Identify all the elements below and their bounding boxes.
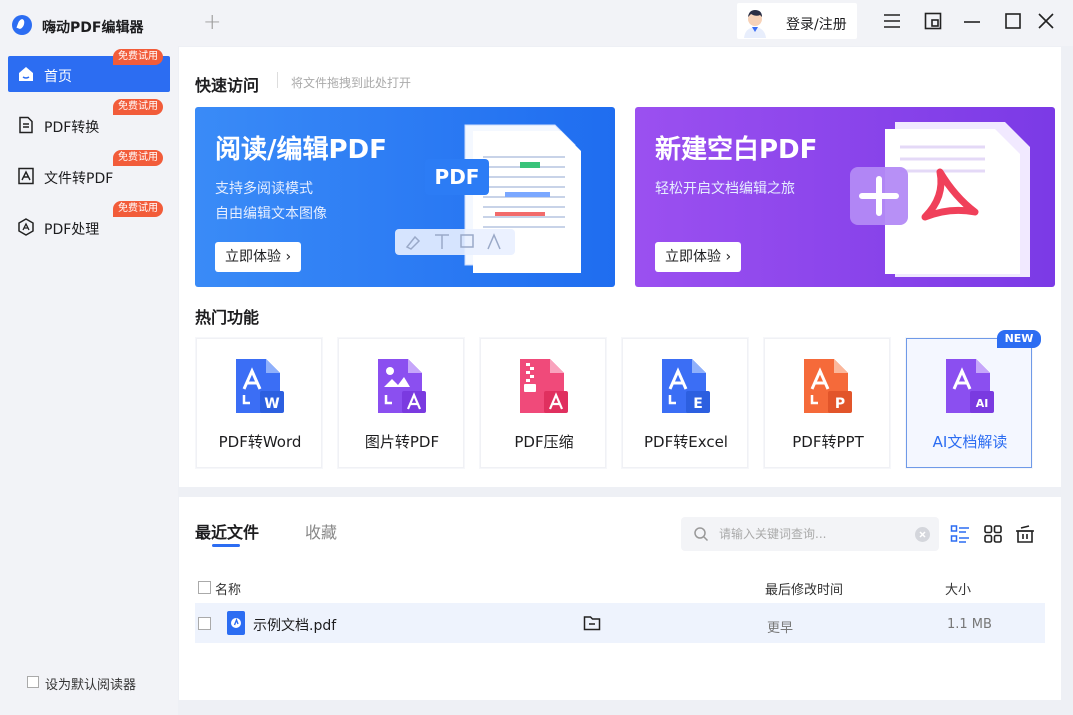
minimize-icon[interactable]	[963, 12, 981, 30]
pdf-document-illustration-icon: PDF	[395, 124, 581, 273]
sidebar	[0, 46, 178, 715]
clear-history-icon[interactable]	[1015, 524, 1035, 544]
file-to-pdf-icon	[18, 167, 34, 185]
tab-favorites[interactable]: 收藏	[305, 519, 337, 543]
select-all-checkbox[interactable]	[198, 581, 211, 594]
banner-title: 阅读/编辑PDF	[215, 135, 387, 165]
feature-pdf-to-word[interactable]: W PDF转Word	[196, 338, 322, 468]
free-trial-badge: 免费试用	[113, 150, 163, 166]
column-modified[interactable]: 最后修改时间	[765, 579, 843, 598]
tab-recent-files[interactable]: 最近文件	[195, 519, 259, 543]
free-trial-badge: 免费试用	[113, 49, 163, 65]
feature-label: PDF转Excel	[644, 433, 728, 451]
file-modified: 更早	[767, 621, 794, 636]
clear-icon[interactable]	[915, 527, 930, 542]
table-row[interactable]: 示例文档.pdf 更早 1.1 MB	[195, 603, 1045, 643]
column-name[interactable]: 名称	[215, 579, 241, 598]
pdf-process-icon	[18, 218, 34, 236]
free-trial-badge: 免费试用	[113, 201, 163, 217]
sidebar-item-label: 首页	[44, 69, 72, 85]
try-now-button[interactable]: 立即体验 ›	[215, 242, 302, 272]
svg-text:W: W	[264, 396, 279, 412]
login-button[interactable]: 登录/注册	[737, 3, 857, 39]
feature-label: AI文档解读	[932, 433, 1008, 451]
banner-subtitle: 轻松开启文档编辑之旅	[655, 181, 795, 197]
free-trial-badge: 免费试用	[113, 99, 163, 115]
drop-hint: 将文件拖拽到此处打开	[291, 76, 412, 90]
app-title: 嗨动PDF编辑器	[42, 20, 144, 36]
feature-pdf-compress[interactable]: PDF压缩	[480, 338, 606, 468]
convert-icon	[19, 116, 33, 134]
search-input[interactable]	[719, 525, 909, 543]
new-blank-pdf-card[interactable]: 新建空白PDF 轻松开启文档编辑之旅 立即体验 ›	[635, 107, 1055, 287]
file-size: 1.1 MB	[947, 617, 992, 632]
banner-subtitle: 支持多阅读模式	[215, 181, 313, 197]
pdf-to-ppt-icon: P	[804, 359, 852, 413]
pdf-to-excel-icon: E	[662, 359, 710, 413]
login-label: 登录/注册	[786, 17, 847, 33]
banner-title: 新建空白PDF	[655, 135, 818, 165]
svg-text:PDF: PDF	[435, 165, 480, 189]
default-reader-checkbox[interactable]	[27, 676, 39, 688]
svg-text:P: P	[835, 396, 845, 412]
list-view-icon[interactable]	[950, 524, 970, 544]
title-bar: 嗨动PDF编辑器 + 登录/注册	[0, 0, 1073, 46]
pdf-to-word-icon: W	[236, 359, 284, 413]
search-icon	[694, 527, 709, 542]
image-to-pdf-icon	[378, 359, 426, 413]
row-checkbox[interactable]	[198, 617, 211, 630]
read-edit-pdf-card[interactable]: 阅读/编辑PDF 支持多阅读模式 自由编辑文本图像 立即体验 › PDF	[195, 107, 615, 287]
mini-mode-icon[interactable]	[924, 12, 942, 30]
column-size[interactable]: 大小	[945, 579, 971, 598]
quick-access-title: 快速访问	[195, 76, 260, 95]
home-icon	[19, 67, 33, 81]
feature-label: PDF转Word	[218, 433, 302, 451]
active-tab-indicator	[212, 544, 240, 547]
avatar-icon	[744, 10, 766, 38]
close-icon[interactable]	[1037, 12, 1055, 30]
pdf-file-icon	[227, 611, 245, 635]
hot-features-title: 热门功能	[195, 308, 260, 327]
svg-text:E: E	[693, 396, 703, 412]
divider	[277, 72, 278, 88]
new-tab-button[interactable]: +	[203, 10, 221, 35]
new-pdf-illustration-icon	[850, 122, 1030, 277]
feature-pdf-to-ppt[interactable]: P PDF转PPT	[764, 338, 890, 468]
feature-image-to-pdf[interactable]: 图片转PDF	[338, 338, 464, 468]
open-folder-icon[interactable]	[583, 615, 601, 631]
feature-label: PDF压缩	[514, 433, 574, 451]
file-name: 示例文档.pdf	[253, 618, 337, 634]
search-box[interactable]	[681, 517, 939, 551]
grid-view-icon[interactable]	[983, 524, 1003, 544]
new-badge: NEW	[997, 330, 1041, 348]
banner-subtitle: 自由编辑文本图像	[215, 206, 327, 222]
feature-ai-doc[interactable]: AI AI文档解读	[906, 338, 1032, 468]
feature-pdf-to-excel[interactable]: E PDF转Excel	[622, 338, 748, 468]
ai-doc-icon: AI	[946, 359, 994, 413]
pdf-compress-icon	[520, 359, 568, 413]
sidebar-item-label: PDF处理	[44, 222, 100, 238]
sidebar-item-label: PDF转换	[44, 120, 100, 136]
menu-icon[interactable]	[883, 12, 901, 30]
svg-text:AI: AI	[976, 397, 989, 410]
maximize-icon[interactable]	[1004, 12, 1022, 30]
try-now-button[interactable]: 立即体验 ›	[655, 242, 742, 272]
feature-label: 图片转PDF	[364, 433, 440, 451]
app-logo-icon	[12, 15, 32, 35]
default-reader-label: 设为默认阅读器	[45, 678, 137, 693]
feature-label: PDF转PPT	[792, 433, 864, 451]
sidebar-item-label: 文件转PDF	[44, 171, 114, 187]
